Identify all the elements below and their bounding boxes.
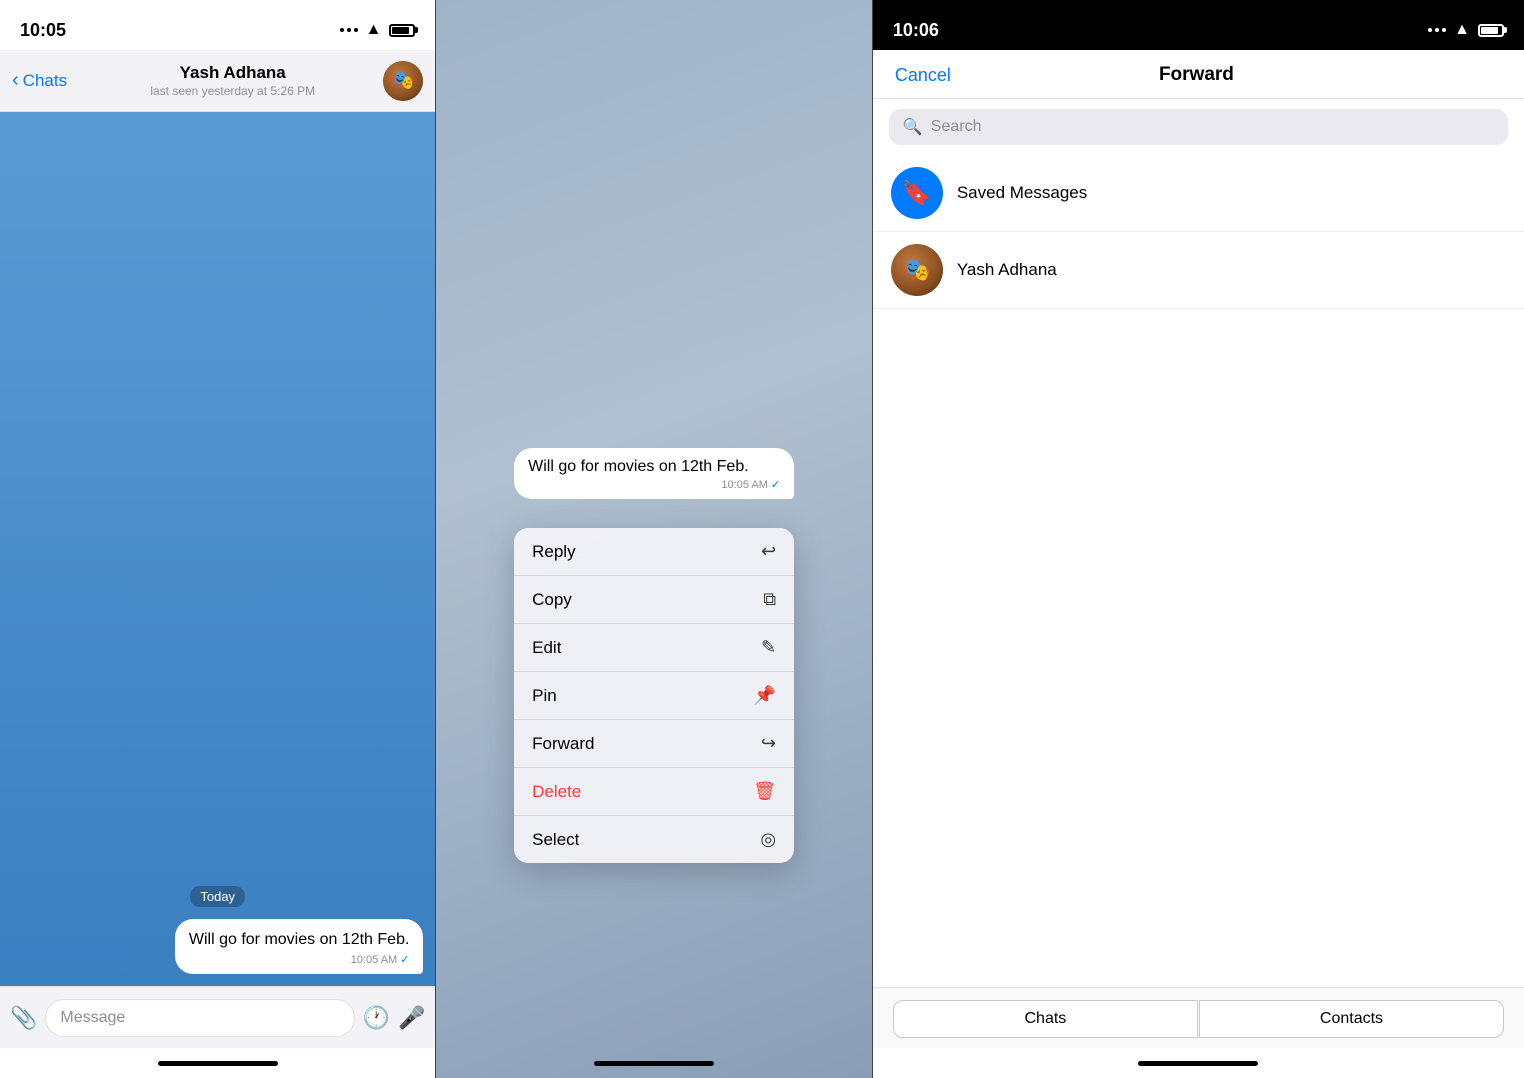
forward-screen: 10:06 ▲ Cancel Forward 🔍 Search 🔖 bbox=[873, 0, 1524, 1078]
floating-read-checkmark-icon: ✓ bbox=[771, 478, 780, 491]
yash-adhana-avatar: 🎭 bbox=[891, 244, 943, 296]
context-pin-item[interactable]: Pin 📌 bbox=[514, 672, 794, 720]
context-select-label: Select bbox=[532, 830, 579, 850]
context-select-item[interactable]: Select ◎ bbox=[514, 816, 794, 863]
context-delete-icon: 🗑 bbox=[753, 781, 776, 802]
bookmark-icon: 🔖 bbox=[902, 179, 932, 208]
floating-message-bubble: Will go for movies on 12th Feb. 10:05 AM… bbox=[514, 448, 794, 499]
chat-body: Today Will go for movies on 12th Feb. 10… bbox=[0, 112, 435, 986]
saved-messages-name: Saved Messages bbox=[957, 183, 1087, 203]
context-forward-item[interactable]: Forward ↪ bbox=[514, 720, 794, 768]
context-edit-label: Edit bbox=[532, 638, 561, 658]
home-indicator-2 bbox=[594, 1061, 714, 1066]
back-label[interactable]: Chats bbox=[23, 71, 67, 91]
avatar-emoji-icon: 🎭 bbox=[903, 257, 930, 283]
signal-icon-3 bbox=[1428, 28, 1446, 32]
date-badge: Today bbox=[190, 886, 245, 907]
wifi-icon-3: ▲ bbox=[1454, 21, 1470, 39]
input-bar: 📎 Message 🕐 🎤 bbox=[0, 986, 435, 1048]
battery-icon bbox=[389, 24, 415, 37]
context-copy-item[interactable]: Copy ⧉ bbox=[514, 576, 794, 624]
back-button[interactable]: ‹ Chats bbox=[12, 70, 82, 92]
context-copy-icon: ⧉ bbox=[763, 589, 776, 610]
header-center: Yash Adhana last seen yesterday at 5:26 … bbox=[82, 63, 383, 98]
chat-screen: 10:05 ▲ ‹ Chats Yash Adhana last seen ye… bbox=[0, 0, 435, 1078]
attach-button[interactable]: 📎 bbox=[10, 1005, 37, 1031]
floating-message-meta: 10:05 AM ✓ bbox=[528, 478, 780, 491]
context-menu-screen: Will go for movies on 12th Feb. 10:05 AM… bbox=[436, 0, 871, 1078]
context-menu: Reply ↩ Copy ⧉ Edit ✎ Pin 📌 Forward ↪ De… bbox=[514, 528, 794, 863]
context-delete-label: Delete bbox=[532, 782, 581, 802]
context-delete-item[interactable]: Delete 🗑 bbox=[514, 768, 794, 816]
avatar-image: 🎭 bbox=[383, 61, 423, 101]
forward-header: Cancel Forward bbox=[873, 50, 1524, 99]
context-copy-label: Copy bbox=[532, 590, 572, 610]
floating-message-text: Will go for movies on 12th Feb. bbox=[528, 458, 780, 476]
message-meta: 10:05 AM ✓ bbox=[189, 953, 410, 966]
status-icons-3: ▲ bbox=[1428, 21, 1504, 39]
battery-icon-3 bbox=[1478, 24, 1504, 37]
floating-message-time: 10:05 AM bbox=[721, 479, 767, 491]
context-forward-label: Forward bbox=[532, 734, 594, 754]
panel2-content: Will go for movies on 12th Feb. 10:05 AM… bbox=[436, 0, 871, 1078]
back-chevron-icon: ‹ bbox=[12, 69, 19, 92]
context-forward-icon: ↪ bbox=[761, 733, 776, 754]
saved-messages-avatar: 🔖 bbox=[891, 167, 943, 219]
input-placeholder: Message bbox=[60, 1009, 125, 1027]
home-indicator bbox=[158, 1061, 278, 1066]
contacts-tab[interactable]: Contacts bbox=[1199, 1000, 1504, 1038]
contact-name[interactable]: Yash Adhana bbox=[180, 63, 286, 83]
context-edit-icon: ✎ bbox=[761, 637, 776, 658]
message-time: 10:05 AM bbox=[351, 954, 397, 966]
search-container: 🔍 Search bbox=[873, 99, 1524, 155]
contacts-list: 🔖 Saved Messages 🎭 Yash Adhana bbox=[873, 155, 1524, 987]
context-select-icon: ◎ bbox=[760, 829, 776, 850]
signal-icon bbox=[340, 28, 358, 32]
search-placeholder: Search bbox=[931, 118, 982, 136]
context-edit-item[interactable]: Edit ✎ bbox=[514, 624, 794, 672]
contact-avatar[interactable]: 🎭 bbox=[383, 61, 423, 101]
chat-header: ‹ Chats Yash Adhana last seen yesterday … bbox=[0, 50, 435, 112]
home-bar-2 bbox=[436, 1048, 871, 1078]
context-reply-item[interactable]: Reply ↩ bbox=[514, 528, 794, 576]
yash-adhana-name: Yash Adhana bbox=[957, 260, 1057, 280]
cancel-button[interactable]: Cancel bbox=[895, 65, 951, 86]
context-reply-label: Reply bbox=[532, 542, 575, 562]
search-icon: 🔍 bbox=[903, 117, 923, 137]
sticker-button[interactable]: 🕐 bbox=[363, 1005, 390, 1031]
status-bar-3: 10:06 ▲ bbox=[873, 0, 1524, 50]
status-time-3: 10:06 bbox=[893, 20, 939, 41]
wifi-icon: ▲ bbox=[366, 21, 382, 39]
search-bar[interactable]: 🔍 Search bbox=[889, 109, 1508, 145]
home-bar-3 bbox=[873, 1048, 1524, 1078]
bottom-tabs: Chats Contacts bbox=[873, 987, 1524, 1048]
forward-title: Forward bbox=[1159, 64, 1234, 86]
context-reply-icon: ↩ bbox=[761, 541, 776, 562]
contact-item-yash-adhana[interactable]: 🎭 Yash Adhana bbox=[873, 232, 1524, 309]
status-time: 10:05 bbox=[20, 20, 66, 41]
message-input[interactable]: Message bbox=[45, 999, 354, 1037]
home-indicator-3 bbox=[1138, 1061, 1258, 1066]
message-text: Will go for movies on 12th Feb. bbox=[189, 929, 410, 951]
context-pin-label: Pin bbox=[532, 686, 557, 706]
home-bar bbox=[0, 1048, 435, 1078]
mic-button[interactable]: 🎤 bbox=[398, 1005, 425, 1031]
status-bar: 10:05 ▲ bbox=[0, 0, 435, 50]
status-icons: ▲ bbox=[340, 21, 416, 39]
read-checkmark-icon: ✓ bbox=[400, 953, 409, 966]
chats-tab[interactable]: Chats bbox=[893, 1000, 1198, 1038]
message-bubble[interactable]: Will go for movies on 12th Feb. 10:05 AM… bbox=[175, 919, 424, 974]
context-pin-icon: 📌 bbox=[754, 685, 776, 706]
contact-status: last seen yesterday at 5:26 PM bbox=[150, 84, 315, 98]
contact-item-saved-messages[interactable]: 🔖 Saved Messages bbox=[873, 155, 1524, 232]
